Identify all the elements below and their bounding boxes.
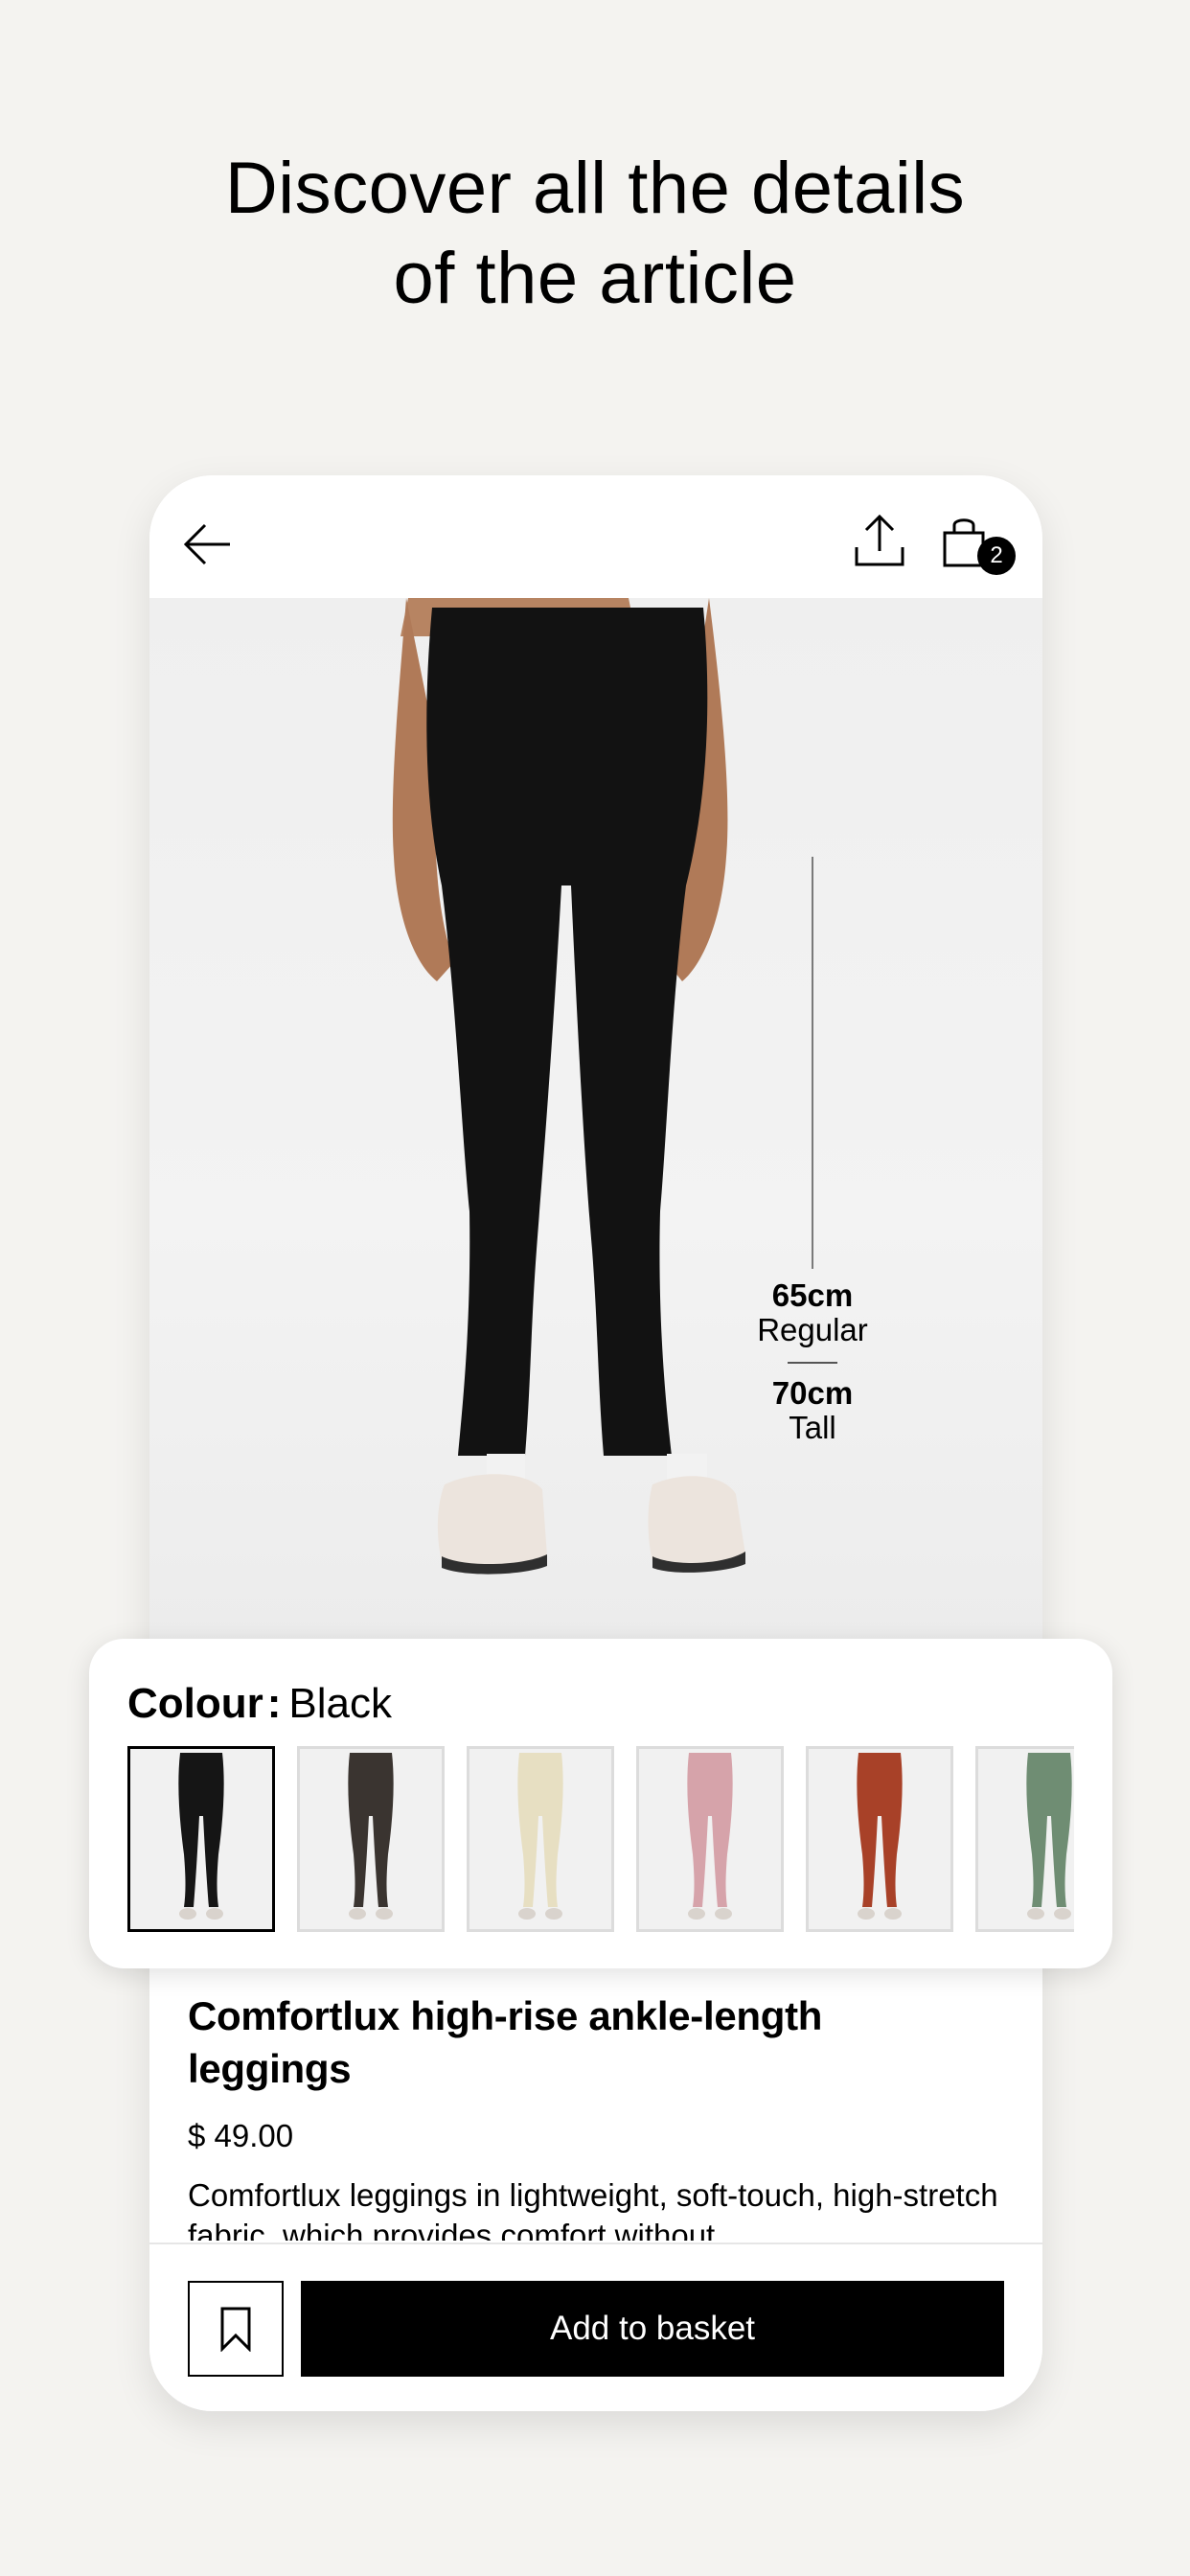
colour-swatch[interactable]: [636, 1746, 784, 1932]
basket-count-badge: 2: [977, 537, 1016, 575]
save-to-wishlist-button[interactable]: [188, 2281, 284, 2377]
colour-swatch[interactable]: [975, 1746, 1074, 1932]
measure-tall-value: 70cm: [771, 1375, 854, 1411]
colour-key: Colour: [127, 1680, 263, 1727]
colour-swatch[interactable]: [467, 1746, 614, 1932]
colour-separator: :: [266, 1680, 282, 1727]
arrow-left-icon: [183, 523, 230, 565]
swatch-leggings-thumbnail: [348, 1753, 394, 1920]
measure-regular-value: 65cm: [771, 1277, 854, 1313]
swatch-leggings-thumbnail: [1026, 1753, 1072, 1920]
colour-swatch[interactable]: [806, 1746, 953, 1932]
headline-line-1: Discover all the details: [224, 148, 966, 229]
measure-tall-label: Tall: [789, 1410, 836, 1445]
bookmark-icon: [220, 2307, 251, 2352]
product-description: Comfortlux leggings in lightweight, soft…: [188, 2177, 998, 2241]
colour-value: Black: [288, 1680, 393, 1727]
colour-label: Colour: Black: [127, 1679, 392, 1729]
colour-selector-card: Colour: Black: [89, 1639, 1112, 1968]
swatch-leggings-thumbnail: [178, 1753, 224, 1920]
swatch-leggings-thumbnail: [687, 1753, 733, 1920]
share-button[interactable]: [849, 510, 910, 571]
top-bar: 2: [149, 475, 1042, 598]
product-title: Comfortlux high-rise ankle-length leggin…: [188, 1993, 823, 2091]
product-price: $ 49.00: [188, 2118, 294, 2153]
measure-regular-label: Regular: [757, 1312, 868, 1347]
swatch-leggings-thumbnail: [517, 1753, 563, 1920]
colour-swatch-list: [127, 1746, 1074, 1932]
page-headline: Discover all the details of the article: [0, 144, 1190, 324]
add-to-basket-button[interactable]: Add to basket: [301, 2281, 1004, 2377]
colour-swatch[interactable]: [127, 1746, 275, 1932]
share-icon: [855, 514, 904, 566]
colour-swatch[interactable]: [297, 1746, 445, 1932]
headline-line-2: of the article: [393, 238, 797, 319]
back-button[interactable]: [176, 514, 238, 575]
swatch-leggings-thumbnail: [857, 1753, 903, 1920]
product-image[interactable]: 65cm Regular 70cm Tall: [149, 598, 1042, 1643]
leggings-model-illustration: [392, 598, 837, 1575]
